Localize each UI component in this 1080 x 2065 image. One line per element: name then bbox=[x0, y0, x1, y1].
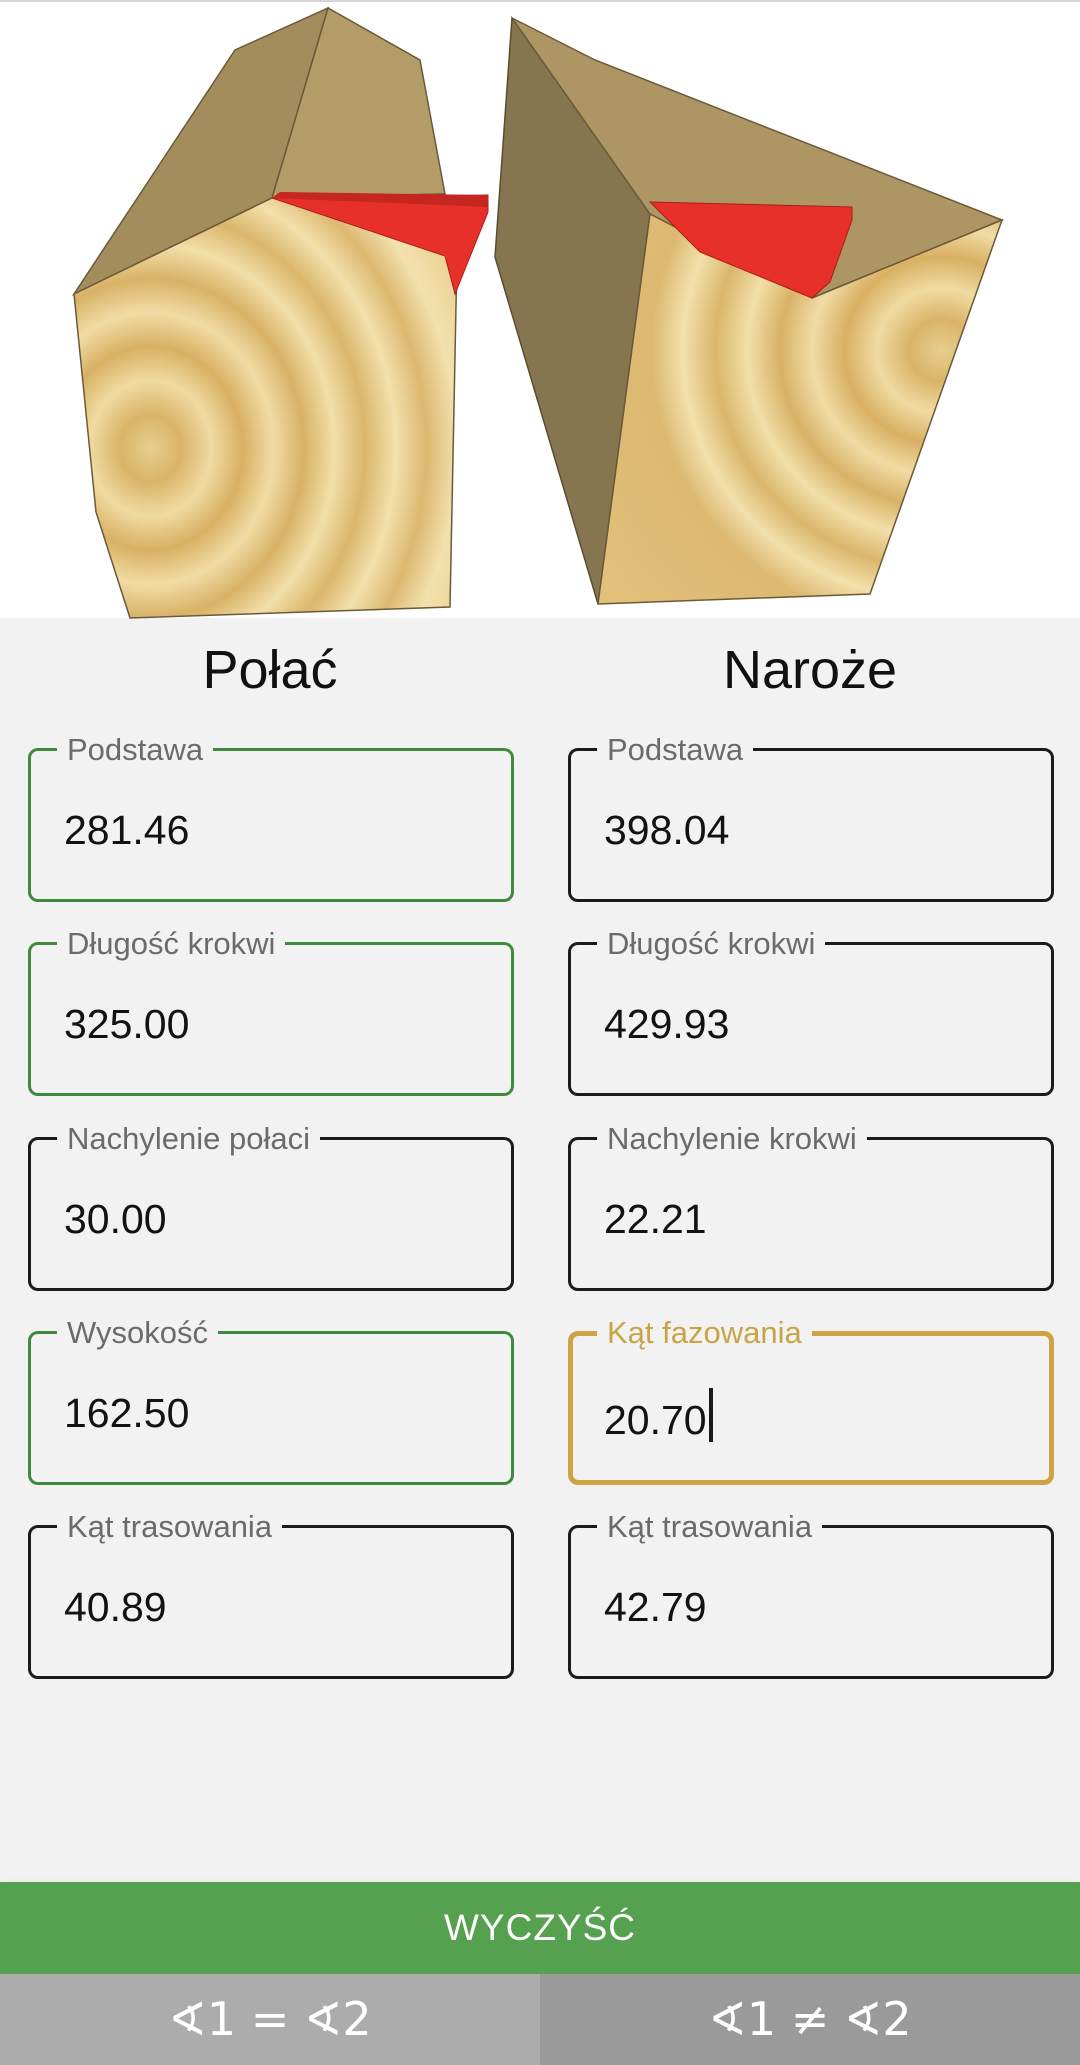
roof-base-value[interactable]: 281.46 bbox=[64, 805, 189, 855]
roof-marking-angle-label: Kąt trasowania bbox=[57, 1508, 283, 1546]
hip-marking-angle-label: Kąt trasowania bbox=[597, 1508, 823, 1546]
roof-base-label: Podstawa bbox=[57, 731, 214, 769]
roof-rafter-length-label: Długość krokwi bbox=[57, 925, 286, 963]
roof-marking-angle-field[interactable]: Kąt trasowania 40.89 bbox=[28, 1508, 514, 1679]
hip-rafter-length-value[interactable]: 429.93 bbox=[604, 999, 729, 1049]
roof-pitch-value[interactable]: 30.00 bbox=[64, 1194, 167, 1244]
mode-equal-angles-button[interactable]: ∢1 = ∢2 bbox=[0, 1974, 540, 2065]
roof-height-value[interactable]: 162.50 bbox=[64, 1388, 189, 1438]
hip-bevel-angle-value: 20.70 bbox=[604, 1397, 707, 1443]
roof-rafter-length-field[interactable]: Długość krokwi 325.00 bbox=[28, 925, 514, 1096]
roof-base-field[interactable]: Podstawa 281.46 bbox=[28, 731, 514, 902]
hip-rafter-pitch-field[interactable]: Nachylenie krokwi 22.21 bbox=[568, 1120, 1054, 1291]
roof-height-label: Wysokość bbox=[57, 1314, 218, 1352]
hip-rafter-length-field[interactable]: Długość krokwi 429.93 bbox=[568, 925, 1054, 1096]
roof-rafter-length-value[interactable]: 325.00 bbox=[64, 999, 189, 1049]
hip-column-title: Naroże bbox=[722, 640, 898, 700]
hip-rafter-pitch-value[interactable]: 22.21 bbox=[604, 1194, 707, 1244]
hip-base-field[interactable]: Podstawa 398.04 bbox=[568, 731, 1054, 902]
roof-pitch-field[interactable]: Nachylenie połaci 30.00 bbox=[28, 1120, 514, 1291]
hip-marking-angle-value[interactable]: 42.79 bbox=[604, 1582, 707, 1632]
rafter-cut-illustration bbox=[0, 0, 1080, 619]
roof-slope-column-title: Połać bbox=[202, 640, 338, 700]
hip-bevel-angle-input[interactable]: 20.70 bbox=[604, 1388, 713, 1445]
roof-pitch-label: Nachylenie połaci bbox=[57, 1120, 320, 1158]
hip-rafter-pitch-label: Nachylenie krokwi bbox=[597, 1120, 867, 1158]
hip-marking-angle-field[interactable]: Kąt trasowania 42.79 bbox=[568, 1508, 1054, 1679]
hip-base-value[interactable]: 398.04 bbox=[604, 805, 729, 855]
roof-height-field[interactable]: Wysokość 162.50 bbox=[28, 1314, 514, 1485]
mode-unequal-angles-button[interactable]: ∢1 ≠ ∢2 bbox=[540, 1974, 1080, 2065]
roof-marking-angle-value[interactable]: 40.89 bbox=[64, 1582, 167, 1632]
text-cursor bbox=[708, 1388, 713, 1442]
hip-bevel-angle-field[interactable]: Kąt fazowania 20.70 bbox=[568, 1314, 1054, 1485]
clear-button[interactable]: WYCZYŚĆ bbox=[0, 1882, 1080, 1974]
hip-base-label: Podstawa bbox=[597, 731, 754, 769]
hip-bevel-angle-label: Kąt fazowania bbox=[597, 1314, 812, 1352]
hip-rafter-length-label: Długość krokwi bbox=[597, 925, 826, 963]
